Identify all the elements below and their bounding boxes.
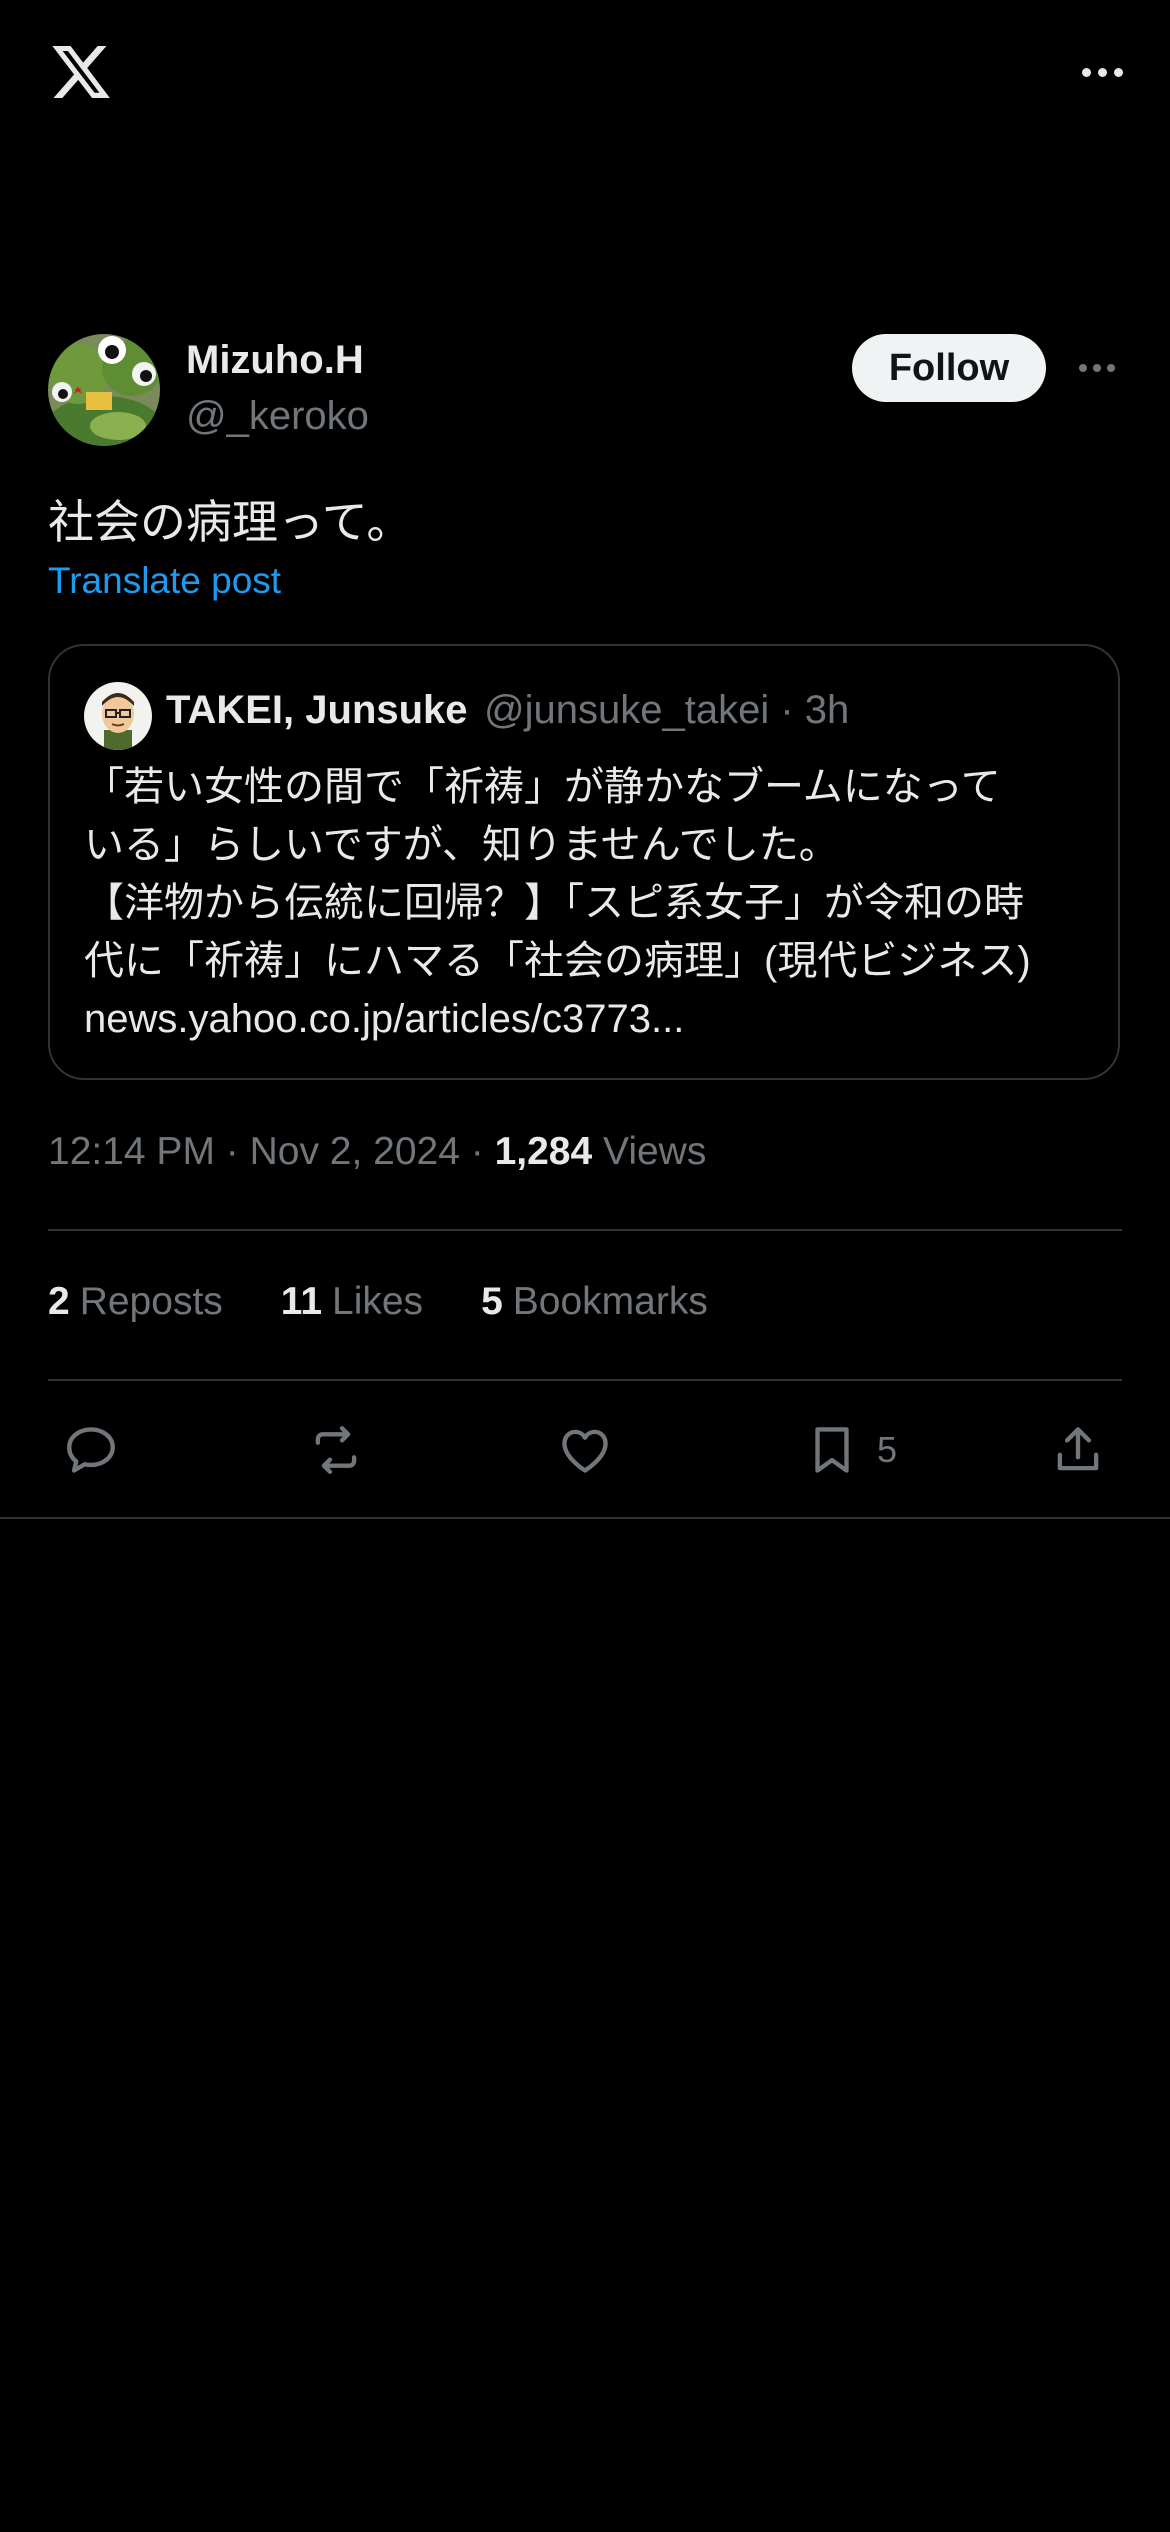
- reposts-label: Reposts: [79, 1280, 223, 1323]
- quoted-text-line: 「若い女性の間で「祈祷」が静かなブームになって: [84, 765, 1001, 809]
- like-button[interactable]: [556, 1410, 614, 1490]
- more-horizontal-icon[interactable]: [1072, 52, 1132, 92]
- share-button[interactable]: [1049, 1410, 1107, 1490]
- author-name[interactable]: Mizuho.H: [186, 338, 364, 383]
- bookmarks-stat[interactable]: 5 Bookmarks: [481, 1280, 708, 1324]
- bookmark-button[interactable]: 5: [803, 1410, 897, 1490]
- quoted-post-card[interactable]: TAKEI, Junsuke @junsuke_takei · 3h 「若い女性…: [48, 644, 1120, 1080]
- quoted-author-name: TAKEI, Junsuke: [166, 688, 468, 732]
- post-more-icon[interactable]: [1072, 348, 1122, 388]
- divider: [48, 1379, 1122, 1381]
- bookmarks-label: Bookmarks: [512, 1280, 708, 1323]
- repost-icon: [315, 1426, 357, 1474]
- translate-post-link[interactable]: Translate post: [48, 560, 281, 602]
- follow-button[interactable]: Follow: [852, 334, 1046, 402]
- bookmark-count: 5: [877, 1429, 898, 1470]
- bookmarks-count: 5: [481, 1280, 503, 1323]
- timestamp-text[interactable]: 12:14 PM · Nov 2, 2024 ·: [48, 1130, 495, 1173]
- share-icon: [1057, 1427, 1099, 1471]
- post-text: 社会の病理って。: [48, 496, 413, 548]
- reposts-stat[interactable]: 2 Reposts: [48, 1280, 223, 1324]
- post-author-row: Mizuho.H @_keroko Follow: [48, 334, 1122, 446]
- quoted-avatar: [84, 682, 152, 750]
- reply-icon: [67, 1427, 115, 1473]
- views-count: 1,284: [494, 1130, 593, 1173]
- bookmark-icon: [815, 1427, 849, 1473]
- quoted-text-line: 【洋物から伝統に回帰？】「スピ系女子」が令和の時: [84, 881, 1024, 925]
- quoted-author-meta: @junsuke_takei · 3h: [484, 688, 850, 732]
- reposts-count: 2: [48, 1280, 70, 1323]
- quoted-link-text[interactable]: news.yahoo.co.jp/articles/c3773...: [84, 990, 1094, 1048]
- quoted-text-line: いる」らしいですが、知りませんでした。: [84, 823, 839, 867]
- repost-button[interactable]: [307, 1410, 365, 1490]
- quoted-post-text: 「若い女性の間で「祈祷」が静かなブームになって いる」らしいですが、知りませんで…: [84, 758, 1094, 1048]
- x-logo-icon[interactable]: [46, 40, 116, 104]
- likes-label: Likes: [332, 1280, 424, 1323]
- divider: [0, 1517, 1170, 1519]
- views-label: Views: [592, 1130, 707, 1173]
- post-stats: 2 Reposts 11 Likes 5 Bookmarks: [48, 1280, 708, 1324]
- likes-stat[interactable]: 11 Likes: [281, 1280, 423, 1324]
- author-handle[interactable]: @_keroko: [186, 394, 369, 439]
- top-bar: [0, 0, 1170, 150]
- reply-button[interactable]: [62, 1410, 120, 1490]
- post-timestamp: 12:14 PM · Nov 2, 2024 · 1,284 Views: [48, 1130, 706, 1174]
- likes-count: 11: [280, 1280, 323, 1323]
- avatar[interactable]: [48, 334, 160, 446]
- action-bar: 5: [0, 1410, 1170, 1500]
- quoted-text-line: 代に「祈祷」にハマる「社会の病理」(現代ビジネス): [84, 939, 1031, 983]
- divider: [48, 1229, 1122, 1231]
- heart-icon: [562, 1429, 608, 1473]
